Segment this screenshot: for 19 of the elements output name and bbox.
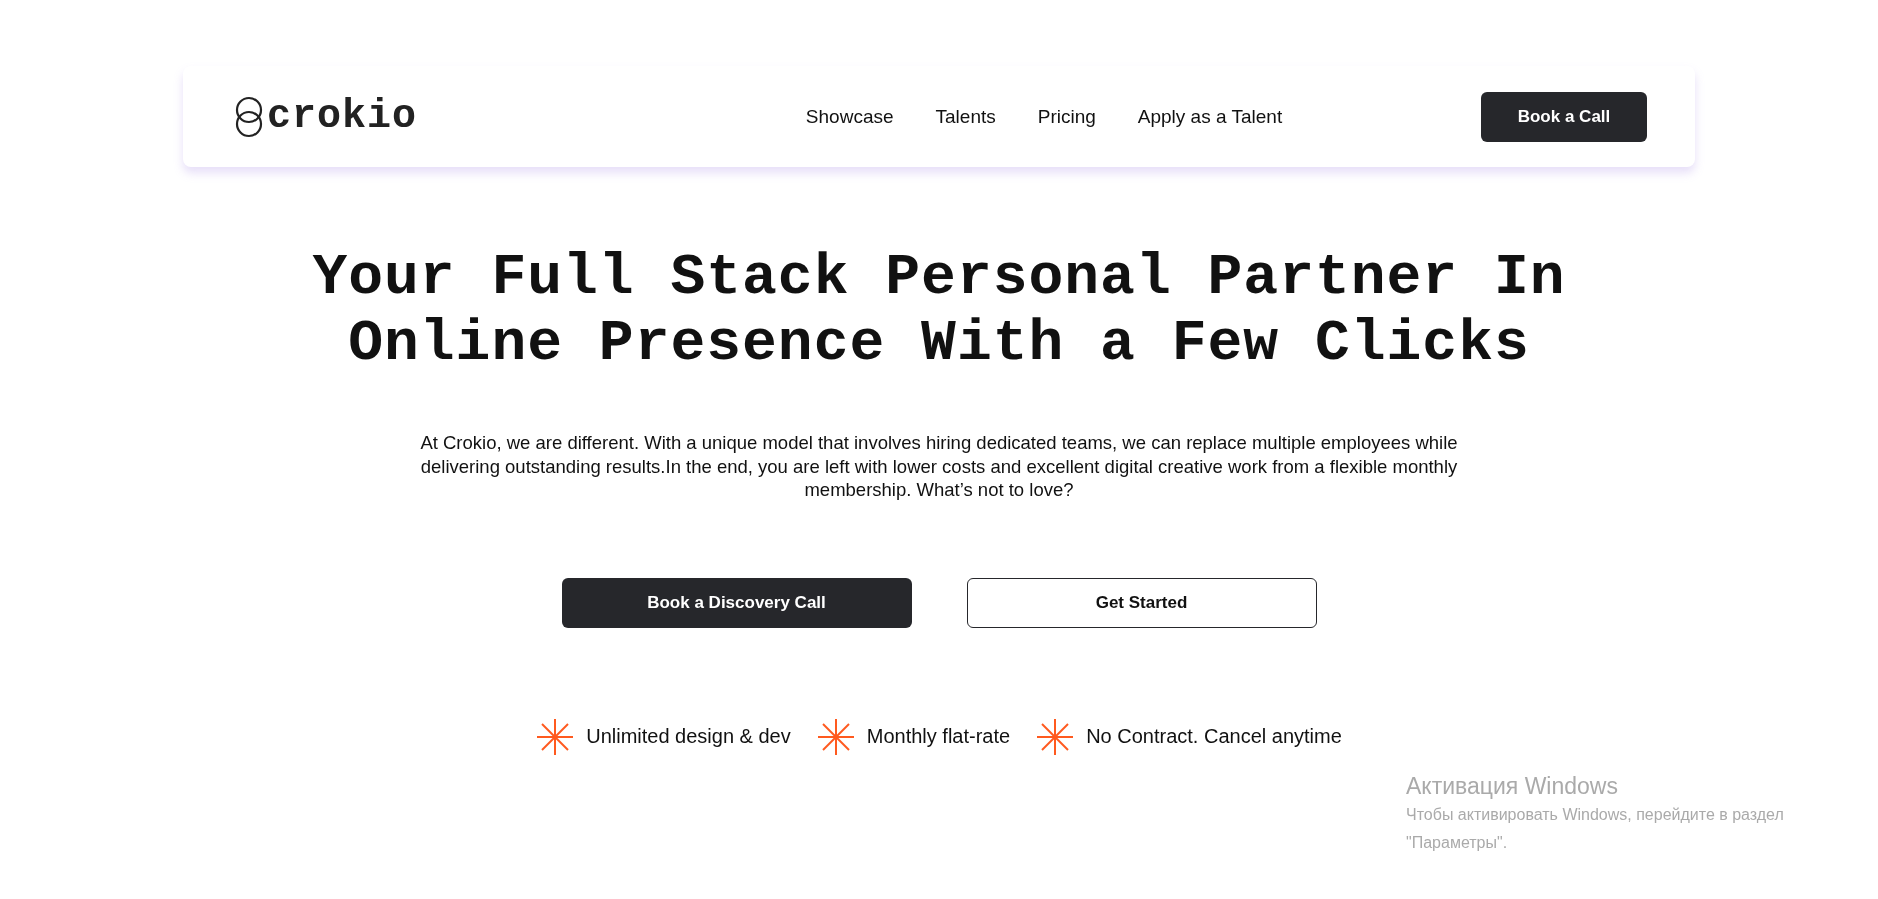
secondary-button[interactable]: Get Started [966,577,1317,628]
notice-title: Активация Windows [1406,772,1619,801]
nav-link[interactable]: Pricing [1037,105,1096,128]
logo-icon [233,95,265,138]
asterisk-icon [536,717,575,756]
feature-label: No Contract. Cancel anytime [1086,725,1342,748]
book-call-button[interactable]: Book a Call [1481,91,1647,142]
asterisk-icon [816,717,855,756]
nav-link[interactable]: Talents [935,105,996,128]
notice-text: Чтобы активировать Windows, перейдите в раздел "Параметры". [1406,805,1785,853]
feature-label: Unlimited design & dev [586,725,791,748]
hero-heading: Your Full Stack Personal Partner In Online Presence With a Few Clicks [312,245,1566,377]
hero-description: At Crokio, we are different. With a unique model that involves hiring dedicated teams, we can replace multiple employees while delivering outstanding results.In the end, you are left with lower costs and excellent digital creative work from a flexible monthly membership. What’s not to love? [419,431,1459,502]
primary-button[interactable]: Book a Discovery Call [561,577,912,628]
feature-label: Monthly flat-rate [866,725,1011,748]
logo[interactable]: crokio [267,94,418,139]
nav-link[interactable]: Showcase [805,105,894,128]
asterisk-icon [1036,717,1075,756]
nav-link[interactable]: Apply as a Talent [1137,105,1283,128]
